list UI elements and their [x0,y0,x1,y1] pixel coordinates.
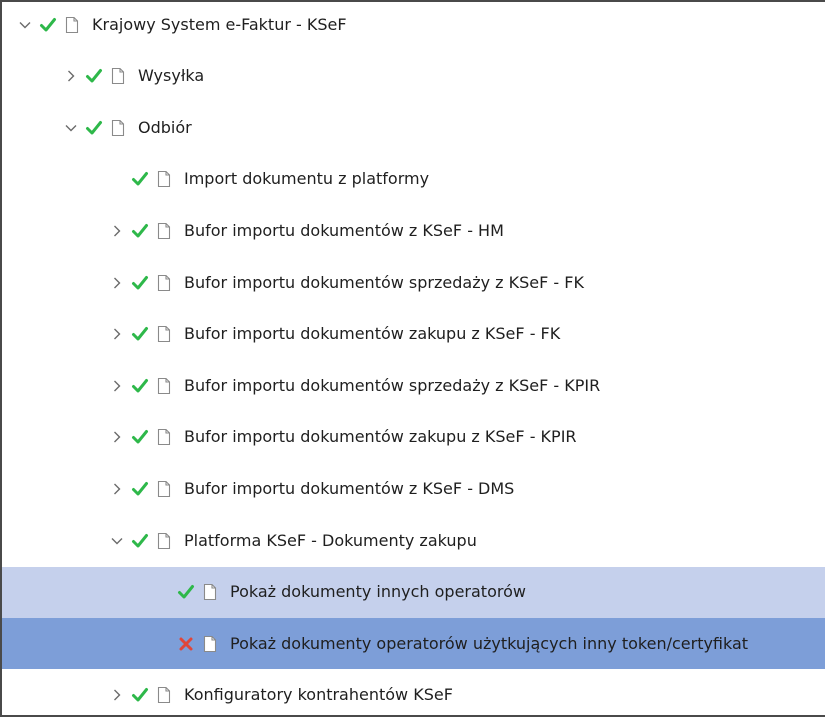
tree-node[interactable]: Bufor importu dokumentów z KSeF - DMS [2,463,825,514]
document-icon [156,479,172,499]
document-icon [64,15,80,35]
chevron-down-icon[interactable] [16,16,34,34]
check-icon[interactable] [130,324,150,344]
tree-node[interactable]: Bufor importu dokumentów sprzedaży z KSe… [2,360,825,411]
chevron-right-icon[interactable] [108,377,126,395]
tree-node-label: Odbiór [138,117,192,137]
tree-node-label: Bufor importu dokumentów z KSeF - DMS [184,478,515,498]
chevron-right-icon[interactable] [108,480,126,498]
tree-node-label: Bufor importu dokumentów sprzedaży z KSe… [184,272,584,292]
chevron-down-icon[interactable] [62,119,80,137]
document-icon [156,273,172,293]
tree-node-label: Import dokumentu z platformy [184,169,430,189]
check-icon[interactable] [176,582,196,602]
tree-node[interactable]: Bufor importu dokumentów sprzedaży z KSe… [2,257,825,308]
check-icon[interactable] [130,479,150,499]
tree-node-label: Bufor importu dokumentów sprzedaży z KSe… [184,375,601,395]
check-icon[interactable] [38,15,58,35]
check-icon[interactable] [130,273,150,293]
cross-icon[interactable] [176,634,196,654]
check-icon[interactable] [130,169,150,189]
tree-node[interactable]: Import dokumentu z platformy [2,154,825,205]
document-icon [202,582,218,602]
document-icon [156,531,172,551]
check-icon[interactable] [84,118,104,138]
tree-node[interactable]: Bufor importu dokumentów zakupu z KSeF -… [2,412,825,463]
document-icon [156,685,172,705]
tree-node[interactable]: Pokaż dokumenty innych operatorów [2,566,825,618]
tree-node-label: Bufor importu dokumentów z KSeF - HM [184,220,504,240]
tree-node[interactable]: Odbiór [2,102,825,153]
permission-tree: Krajowy System e-Faktur - KSeF Wysyłka Odb… [0,0,825,717]
check-icon[interactable] [130,221,150,241]
tree-node-label: Pokaż dokumenty operatorów użytkujących … [230,633,749,653]
tree-node-label: Krajowy System e-Faktur - KSeF [92,14,347,34]
tree-node[interactable]: Platforma KSeF - Dokumenty zakupu [2,515,825,566]
tree-node[interactable]: Pokaż dokumenty operatorów użytkujących … [2,618,825,670]
tree-node[interactable]: Bufor importu dokumentów z KSeF - HM [2,205,825,256]
tree-node-label: Platforma KSeF - Dokumenty zakupu [184,530,477,550]
check-icon[interactable] [130,427,150,447]
check-icon[interactable] [130,376,150,396]
tree-node[interactable]: Konfiguratory kontrahentów KSeF [2,670,825,721]
document-icon [156,427,172,447]
check-icon[interactable] [84,66,104,86]
document-icon [156,376,172,396]
document-icon [110,66,126,86]
tree-node[interactable]: Bufor importu dokumentów zakupu z KSeF -… [2,309,825,360]
tree-node[interactable]: Krajowy System e-Faktur - KSeF [2,0,825,50]
document-icon [156,169,172,189]
document-icon [156,324,172,344]
tree-node-label: Konfiguratory kontrahentów KSeF [184,685,453,705]
chevron-down-icon[interactable] [108,532,126,550]
tree-node-label: Wysyłka [138,66,205,86]
chevron-right-icon[interactable] [108,222,126,240]
chevron-right-icon[interactable] [108,274,126,292]
tree-node-label: Bufor importu dokumentów zakupu z KSeF -… [184,324,561,344]
document-icon [202,634,218,654]
tree-node-label: Pokaż dokumenty innych operatorów [230,582,526,602]
chevron-right-icon[interactable] [108,428,126,446]
check-icon[interactable] [130,531,150,551]
document-icon [110,118,126,138]
document-icon [156,221,172,241]
tree-node[interactable]: Wysyłka [2,51,825,102]
chevron-right-icon[interactable] [62,67,80,85]
tree-node-label: Bufor importu dokumentów zakupu z KSeF -… [184,427,577,447]
chevron-right-icon[interactable] [108,686,126,704]
check-icon[interactable] [130,685,150,705]
chevron-right-icon[interactable] [108,325,126,343]
